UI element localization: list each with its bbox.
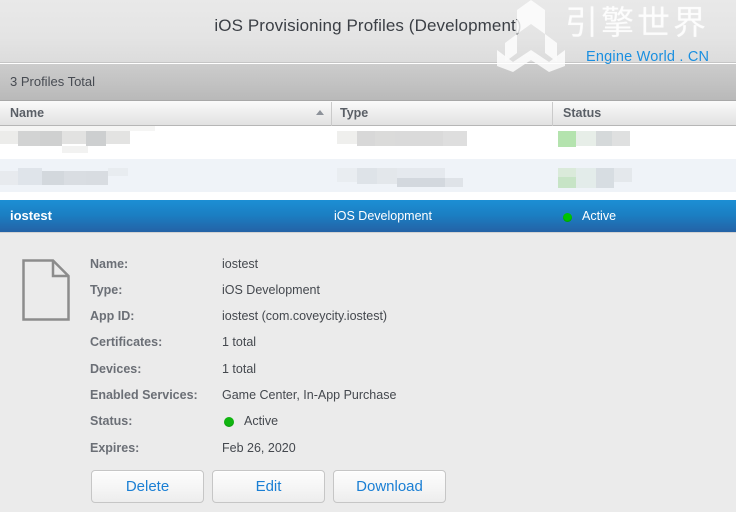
redaction-block [18,168,42,185]
table-header: Name Type Status [0,101,736,126]
field-value-name: iostest [222,257,259,271]
redaction-block [576,168,596,188]
redaction-block [40,131,62,146]
table-row-selected[interactable]: iostest iOS Development Active [0,200,736,232]
status-active-dot-icon [224,417,234,427]
document-file-icon [22,259,70,321]
redaction-block [397,168,445,178]
field-label-certificates: Certificates: [90,335,163,349]
column-header-type[interactable]: Type [340,101,368,126]
redaction-block [612,131,630,146]
table-row[interactable] [0,126,736,159]
redaction-block [576,131,596,146]
redaction-block [596,168,614,188]
redaction-block [357,131,375,146]
field-label-enabled-services: Enabled Services: [90,388,198,402]
field-value-enabled-services: Game Center, In-App Purchase [222,388,397,402]
redaction-block [443,131,467,146]
redaction-block [42,171,64,185]
field-value-type: iOS Development [222,283,320,297]
redaction-block [0,131,18,144]
redaction-block [337,131,357,144]
profiles-total-label: 3 Profiles Total [10,74,96,89]
field-label-app-id: App ID: [90,309,135,323]
redaction-block [0,171,18,185]
edit-button[interactable]: Edit [212,470,325,503]
redaction-block [357,168,377,184]
download-button[interactable]: Download [333,470,446,503]
field-value-devices: 1 total [222,362,257,376]
column-header-name[interactable]: Name [10,101,44,126]
redaction-block [395,131,443,146]
redaction-block [0,126,155,131]
redaction-block [558,177,576,188]
delete-button[interactable]: Delete [91,470,204,503]
redaction-block [108,168,128,176]
redaction-block [337,168,357,182]
column-header-status[interactable]: Status [563,101,601,126]
page-title: iOS Provisioning Profiles (Development) [214,16,522,35]
row-status-value: Active [582,209,617,223]
redaction-block [106,131,130,144]
redaction-block [445,178,463,187]
redaction-block [377,168,397,184]
field-label-expires: Expires: [90,441,140,455]
field-label-type: Type: [90,283,123,297]
column-divider [552,102,553,126]
redaction-block [86,131,106,146]
field-label-status: Status: [90,414,133,428]
redaction-block [397,178,445,187]
column-divider [331,102,332,126]
field-value-app-id: iostest (com.coveycity.iostest) [222,309,388,323]
redaction-block [614,168,632,182]
redaction-block [64,171,86,185]
sort-ascending-arrow-icon[interactable] [316,110,324,115]
redaction-block [558,168,576,177]
field-label-devices: Devices: [90,362,142,376]
redaction-block [62,131,86,144]
redaction-block [596,131,612,146]
redaction-block [62,146,88,153]
redaction-block [18,131,40,146]
window-title-bar: iOS Provisioning Profiles (Development) [0,0,736,63]
redaction-block [86,171,108,185]
field-label-name: Name: [90,257,129,271]
field-value-status: Active [244,414,279,428]
field-value-certificates: 1 total [222,335,257,349]
row-type-value: iOS Development [334,209,432,223]
redaction-block [375,131,395,146]
redaction-block [558,131,576,147]
profiles-count-bar: 3 Profiles Total [0,64,736,101]
field-value-expires: Feb 26, 2020 [222,441,296,455]
table-row[interactable] [0,159,736,192]
app-window: iOS Provisioning Profiles (Development) … [0,0,736,512]
row-name-value: iostest [10,208,52,223]
status-active-dot-icon [563,213,572,222]
